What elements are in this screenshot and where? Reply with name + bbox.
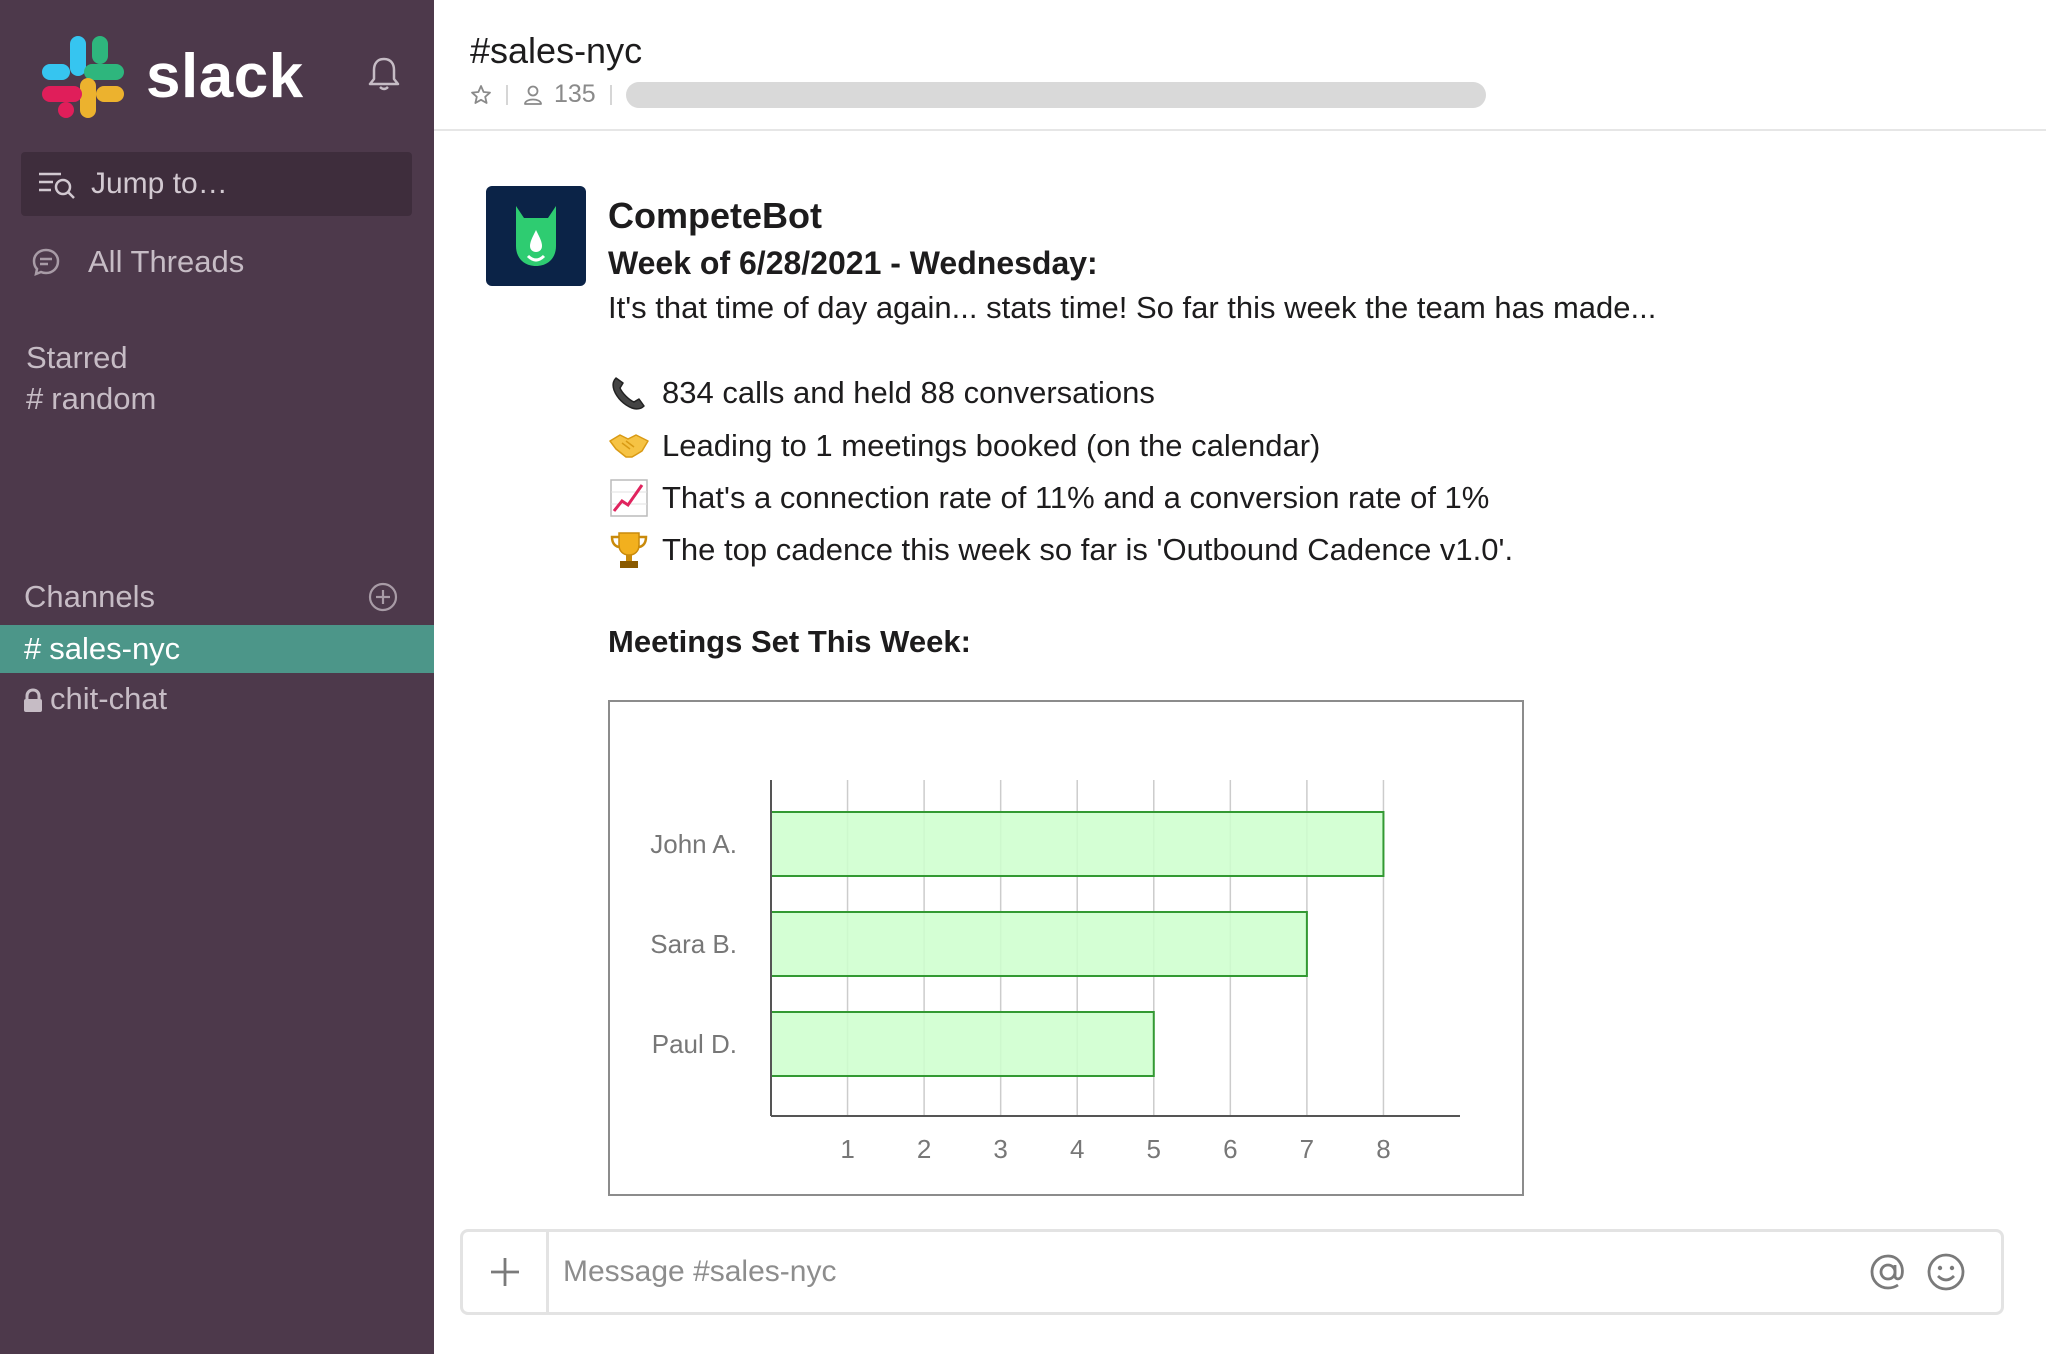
category-label: Sara B.: [650, 929, 737, 959]
message-composer: [460, 1229, 2004, 1315]
sidebar-item-random[interactable]: # random: [26, 381, 156, 417]
stat-text: That's a connection rate of 11% and a co…: [662, 480, 1490, 515]
members-icon[interactable]: [522, 84, 544, 106]
telephone-icon: [612, 377, 645, 410]
chart-increasing-icon: [610, 479, 648, 517]
mention-icon[interactable]: [1867, 1251, 1909, 1293]
stat-line: 834 calls and held 88 conversations: [608, 372, 1155, 414]
channels-heading[interactable]: Channels: [24, 579, 155, 615]
channel-meta: 135: [470, 80, 1486, 109]
sidebar: slack Jump to… All Threads Starred # ran…: [0, 0, 434, 1354]
x-tick-label: 3: [993, 1134, 1007, 1164]
plus-icon: [490, 1258, 519, 1286]
stat-line: Leading to 1 meetings booked (on the cal…: [608, 425, 1320, 467]
x-tick-label: 7: [1300, 1134, 1314, 1164]
message-body: CompeteBot Week of 6/28/2021 - Wednesday…: [608, 192, 2008, 330]
sidebar-item-label: random: [51, 381, 157, 416]
stat-line: The top cadence this week so far is 'Out…: [608, 529, 1513, 571]
channel-topic-placeholder[interactable]: [625, 81, 1486, 108]
lock-icon: [24, 688, 42, 712]
sidebar-item-label: sales-nyc: [49, 631, 181, 666]
divider: [609, 84, 612, 105]
stat-text: The top cadence this week so far is 'Out…: [662, 532, 1514, 567]
sidebar-item-chit-chat[interactable]: chit-chat: [22, 681, 167, 717]
search-icon: [39, 172, 75, 199]
jump-to-label: Jump to…: [91, 167, 228, 200]
sidebar-item-label: chit-chat: [50, 681, 168, 716]
channel-hash-icon: #: [26, 381, 44, 416]
channel-title[interactable]: #sales-nyc: [470, 30, 642, 72]
stat-text: Leading to 1 meetings booked (on the cal…: [662, 428, 1321, 463]
message-intro: It's that time of day again... stats tim…: [608, 290, 1657, 325]
channel-header: #sales-nyc 135: [434, 0, 2046, 131]
member-count[interactable]: 135: [554, 80, 596, 109]
chart-heading: Meetings Set This Week:: [608, 624, 971, 659]
stat-line: That's a connection rate of 11% and a co…: [608, 477, 1489, 519]
category-label: Paul D.: [652, 1029, 737, 1059]
meetings-chart[interactable]: 1 2 3 4 5 6 7 8 John A. Sara B. Paul D.: [608, 700, 1524, 1196]
emoji-icon[interactable]: [1925, 1251, 1967, 1293]
bar: [770, 811, 1385, 877]
x-tick-label: 6: [1223, 1134, 1237, 1164]
x-tick-label: 1: [840, 1134, 854, 1164]
sidebar-item-all-threads[interactable]: All Threads: [30, 244, 244, 280]
notifications-bell-icon[interactable]: [364, 54, 404, 94]
x-tick-label: 8: [1376, 1134, 1390, 1164]
channel-hash-icon: #: [24, 631, 42, 666]
slack-logo-icon: [42, 36, 124, 118]
x-tick-label: 2: [917, 1134, 931, 1164]
x-tick-label: 5: [1147, 1134, 1161, 1164]
star-icon[interactable]: [470, 84, 492, 106]
jump-to-search[interactable]: Jump to…: [21, 152, 412, 216]
bar-chart: 1 2 3 4 5 6 7 8 John A. Sara B. Paul D.: [650, 780, 1460, 1164]
sidebar-item-sales-nyc[interactable]: # sales-nyc: [0, 625, 434, 673]
rhino-logo-icon: [516, 206, 556, 266]
attach-button[interactable]: [463, 1232, 549, 1312]
bar: [770, 1011, 1155, 1077]
divider: [506, 84, 508, 105]
message-sender[interactable]: CompeteBot: [608, 192, 2008, 240]
add-channel-icon[interactable]: [367, 581, 399, 613]
bot-avatar[interactable]: [486, 186, 586, 286]
handshake-icon: [609, 434, 649, 458]
x-tick-label: 4: [1070, 1134, 1084, 1164]
stat-text: 834 calls and held 88 conversations: [662, 375, 1155, 410]
sidebar-item-label: All Threads: [88, 244, 245, 279]
message-input[interactable]: [563, 1246, 1853, 1298]
message-week-line: Week of 6/28/2021 - Wednesday:: [608, 245, 1098, 281]
workspace-brand[interactable]: slack: [40, 34, 304, 120]
workspace-name: slack: [146, 42, 304, 111]
starred-heading: Starred: [26, 340, 128, 375]
bar: [770, 911, 1308, 977]
threads-icon: [32, 248, 60, 277]
category-label: John A.: [650, 829, 737, 859]
trophy-icon: [610, 532, 648, 568]
